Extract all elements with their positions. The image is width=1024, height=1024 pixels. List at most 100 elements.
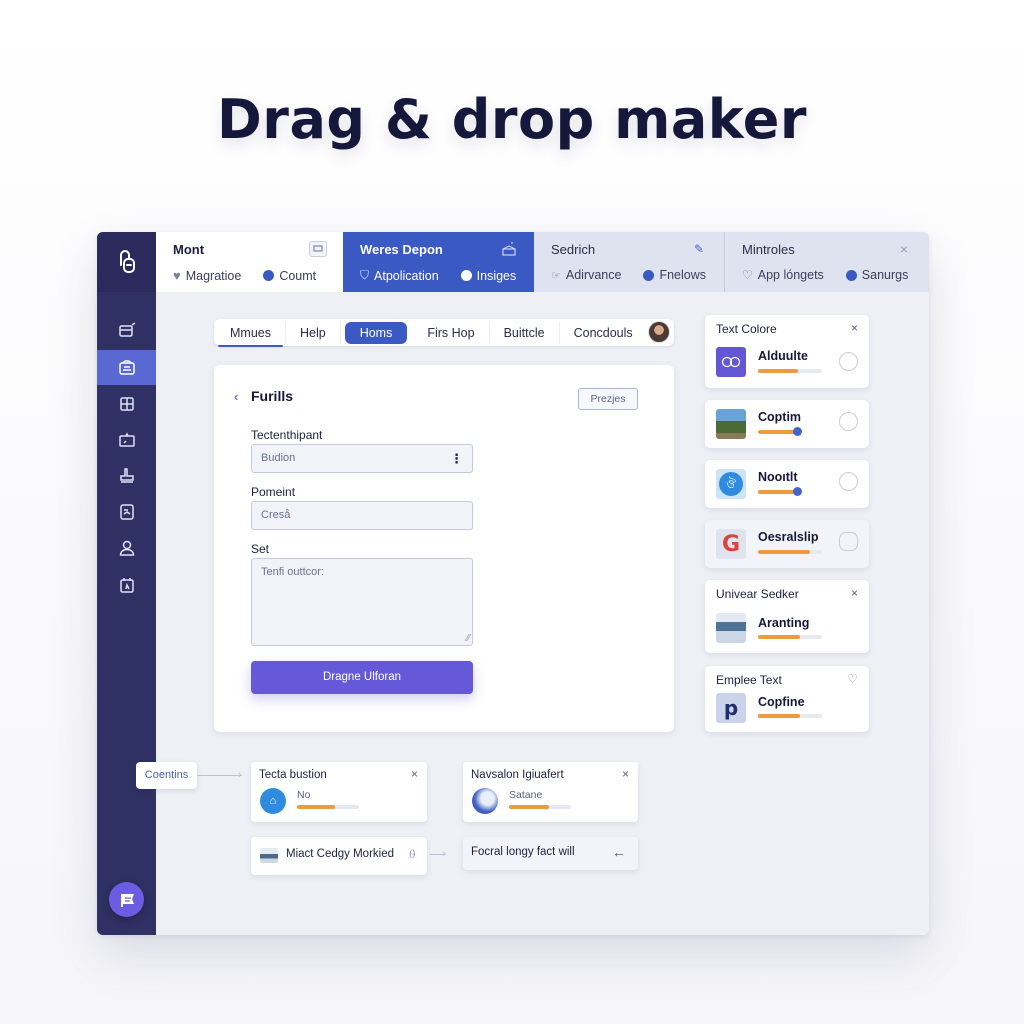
calendar-icon — [119, 577, 134, 593]
heart-icon: ♥ — [173, 268, 181, 283]
toolbar-item-label: Adirvance — [565, 268, 622, 282]
component-card[interactable]: ঔ Nooıtlt — [705, 460, 869, 508]
avatar[interactable] — [648, 321, 670, 343]
tab-concdouls[interactable]: Concdouls — [560, 322, 647, 344]
sidebar-item-calendar[interactable] — [97, 567, 156, 602]
toolbar-item-label: Coumt — [279, 268, 317, 283]
progress-bar — [758, 550, 822, 554]
toolbar-item-magratioe[interactable]: ♥ Magratioe — [173, 268, 241, 283]
sidebar-item-user[interactable] — [97, 530, 156, 565]
close-icon[interactable]: × — [851, 321, 858, 335]
sidebar-item-document[interactable] — [97, 494, 156, 529]
select-radio[interactable] — [839, 412, 858, 431]
toolbar-item-adirvance[interactable]: ☞ Adirvance — [551, 268, 621, 282]
slider[interactable] — [758, 427, 822, 436]
arrow-left-icon[interactable]: ← — [612, 844, 626, 860]
field-label: Pomeint — [251, 485, 296, 499]
sidebar-item-grid[interactable] — [97, 386, 156, 421]
component-card[interactable]: G Oesralslip — [705, 520, 869, 568]
row-text: Miact Cedgy Morkied — [286, 848, 395, 860]
document-chart-icon — [119, 503, 134, 520]
top-toolbar: Mont ♥ Magratioe Coumt Weres Depon ⛉ Atp… — [156, 232, 929, 292]
kebab-icon[interactable]: ⋮ — [450, 445, 463, 472]
monitor-icon[interactable] — [309, 241, 327, 257]
progress-bar — [509, 805, 571, 809]
cake-icon[interactable] — [500, 241, 518, 257]
toolbar-item-sanurgs[interactable]: Sanurgs — [845, 268, 908, 282]
toolbar-item-app-longets[interactable]: ♡ App lóngets — [742, 268, 824, 282]
toolbar-group-title: Sedrich — [551, 242, 596, 257]
toolbar-group-weres-depon: Weres Depon ⛉ Atpolication Insiges — [343, 232, 534, 292]
sidebar — [97, 232, 156, 935]
close-icon[interactable]: × — [622, 767, 629, 781]
sidebar-item-folder[interactable] — [97, 422, 156, 457]
component-card[interactable]: Univear Sedker × Aranting — [705, 580, 869, 653]
toolbar-group-title: Mont — [173, 242, 205, 257]
preview-button[interactable]: Prezjes — [578, 388, 638, 410]
component-card[interactable]: Coptim — [705, 400, 869, 448]
tab-firs-hop[interactable]: Firs Hop — [413, 321, 490, 344]
draggable-card[interactable]: Tecta bustion × ⌂ No — [251, 762, 427, 822]
select-radio[interactable] — [839, 472, 858, 491]
select-radio[interactable] — [839, 352, 858, 371]
toolbar-group-mintroles: Mintroles × ♡ App lóngets Sanurgs — [724, 232, 929, 292]
lock-icon[interactable]: ⍬ — [409, 847, 416, 862]
hero-title: Drag & drop maker — [216, 88, 807, 151]
textarea-input[interactable]: Tenfi outtcor: ⁄⁄ — [251, 558, 473, 646]
input-placeholder: Creså — [261, 509, 291, 521]
component-card[interactable]: Text Colore × Alduulte — [705, 315, 869, 388]
folder-open-icon — [118, 431, 135, 447]
sidebar-item-media[interactable] — [97, 350, 156, 385]
pencil-icon[interactable]: ✎ — [690, 241, 708, 257]
app-logo[interactable] — [97, 232, 156, 292]
arrow-right-icon: › — [442, 848, 446, 860]
tab-buittcle[interactable]: Buittcle — [490, 321, 560, 344]
card-header: Univear Sedker — [716, 587, 799, 601]
sidebar-item-cards[interactable] — [97, 312, 156, 347]
flag-fab-button[interactable] — [109, 882, 144, 917]
card-title: Tecta bustion — [259, 769, 327, 781]
back-chevron-icon[interactable]: ‹ — [234, 389, 238, 404]
component-name: Coptim — [758, 410, 802, 424]
mask-icon — [716, 347, 746, 377]
toolbar-item-fnelows[interactable]: Fnelows — [643, 268, 706, 282]
card-subtitle: Satane — [509, 789, 543, 801]
submit-button[interactable]: Dragne Ulforan — [251, 661, 473, 694]
resize-handle-icon[interactable]: ⁄⁄ — [467, 634, 470, 644]
component-card[interactable]: Emplee Text ♡ p Copfine — [705, 666, 869, 732]
tab-mmues[interactable]: Mmues — [216, 321, 286, 347]
text-input[interactable]: Creså — [251, 501, 473, 530]
toolbar-group-sedrich: Sedrich ✎ ☞ Adirvance Fnelows — [534, 232, 724, 292]
draggable-row[interactable]: Focral longy fact will ← — [463, 837, 638, 870]
component-name: Nooıtlt — [758, 470, 798, 484]
contents-chip[interactable]: Coentins — [136, 762, 197, 789]
info-dot-icon — [263, 270, 275, 281]
draggable-card[interactable]: Navsalon Igiuafert × Satane — [463, 762, 638, 822]
user-icon — [119, 540, 134, 556]
photo-thumb — [260, 848, 278, 863]
select-checkbox[interactable] — [839, 532, 858, 551]
close-icon[interactable]: × — [851, 586, 858, 600]
type-select[interactable]: Budion ⋮ — [251, 444, 473, 473]
heart-outline-icon[interactable]: ♡ — [847, 672, 858, 686]
toolbar-item-coumt[interactable]: Coumt — [263, 268, 316, 283]
draggable-row[interactable]: Miact Cedgy Morkied ⍬ — [251, 837, 427, 875]
circle-icon — [460, 270, 472, 281]
toolbar-item-atpolication[interactable]: ⛉ Atpolication — [360, 268, 439, 283]
brain-badge-icon: ঔ — [716, 469, 746, 499]
component-name: Alduulte — [758, 349, 808, 363]
toolbar-item-insiges[interactable]: Insiges — [460, 268, 516, 283]
close-icon[interactable]: × — [895, 241, 913, 257]
component-name: Oesralslip — [758, 530, 819, 544]
slider[interactable] — [758, 487, 822, 496]
sidebar-item-stamp[interactable] — [97, 458, 156, 493]
card-subtitle: No — [297, 789, 311, 801]
toolbar-group-mont: Mont ♥ Magratioe Coumt — [156, 232, 343, 292]
toolbar-item-label: App lóngets — [757, 268, 824, 282]
globe-icon — [472, 788, 498, 814]
toolbar-item-label: Fnelows — [659, 268, 707, 282]
close-icon[interactable]: × — [411, 767, 418, 781]
tab-homs[interactable]: Homs — [344, 321, 408, 344]
tab-help[interactable]: Help — [286, 321, 341, 344]
component-name: Aranting — [758, 616, 810, 630]
